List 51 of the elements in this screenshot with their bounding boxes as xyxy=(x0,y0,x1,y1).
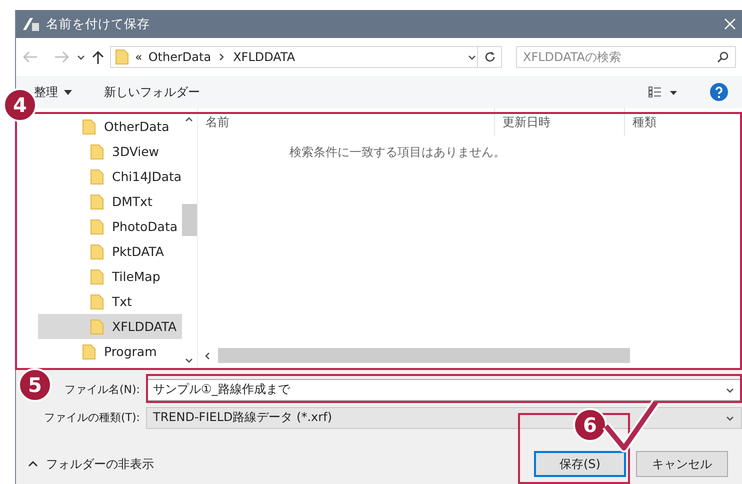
folder-icon xyxy=(90,244,104,260)
organize-button[interactable]: 整理 xyxy=(34,84,72,100)
save-button[interactable]: 保存(S) xyxy=(534,451,626,477)
folder-icon xyxy=(90,168,104,184)
caret-icon xyxy=(64,90,72,94)
tree-item[interactable]: Txt xyxy=(38,289,182,314)
folder-icon xyxy=(82,118,96,134)
scrollbar-thumb[interactable] xyxy=(218,348,630,363)
tree-item[interactable]: Chi14JData xyxy=(38,164,182,189)
search-icon xyxy=(717,51,729,63)
tree-item[interactable]: DMTxt xyxy=(38,189,182,214)
folder-icon xyxy=(90,294,104,310)
column-header[interactable]: 名前 xyxy=(198,108,494,136)
tree-item[interactable]: PhotoData xyxy=(38,214,182,239)
tree-item[interactable]: PktDATA xyxy=(38,239,182,264)
tree-item[interactable]: Program xyxy=(38,339,182,364)
folder-icon xyxy=(90,218,104,234)
up-icon[interactable] xyxy=(92,50,104,64)
column-header[interactable]: 更新日時 xyxy=(494,108,624,136)
hide-folders-button[interactable]: フォルダーの非表示 xyxy=(28,456,154,472)
tree-item[interactable]: OtherData xyxy=(38,114,182,139)
tree-item[interactable]: TileMap xyxy=(38,264,182,289)
refresh-icon xyxy=(484,51,496,63)
caret-icon xyxy=(28,461,38,467)
field-label: ファイル名(N): xyxy=(64,382,140,397)
view-icon[interactable] xyxy=(648,86,678,98)
folder-icon xyxy=(82,344,96,360)
breadcrumb[interactable]: OtherData xyxy=(148,50,212,64)
close-icon[interactable] xyxy=(724,18,736,30)
folder-icon xyxy=(90,268,104,284)
refresh-button[interactable] xyxy=(478,46,502,68)
folder-icon xyxy=(90,144,104,160)
empty-message: 検索条件に一致する項目はありません。 xyxy=(288,144,507,161)
tree-item[interactable]: 3DView xyxy=(38,139,182,164)
scrollbar-thumb[interactable] xyxy=(182,204,197,236)
address-bar[interactable]: « OtherData XFLDDATA xyxy=(110,46,478,68)
column-header[interactable]: 種類 xyxy=(624,108,742,136)
folder-icon xyxy=(90,194,104,210)
search-field[interactable]: XFLDDATAの検索 xyxy=(516,46,736,68)
breadcrumb[interactable]: XFLDDATA xyxy=(233,50,296,64)
help-icon[interactable] xyxy=(710,83,728,101)
window-title: 名前を付けて保存 xyxy=(46,16,151,32)
folder-icon xyxy=(90,318,104,334)
field-label: ファイルの種類(T): xyxy=(44,410,140,425)
cancel-button[interactable]: キャンセル xyxy=(636,451,728,477)
filename-field[interactable]: サンプル①_路線作成まで xyxy=(146,378,742,400)
tree-item[interactable]: XFLDDATA xyxy=(38,314,182,339)
new-folder-button[interactable]: 新しいフォルダー xyxy=(104,84,200,100)
overflow-crumb[interactable]: « xyxy=(135,50,142,64)
folder-icon xyxy=(115,49,129,65)
app-icon xyxy=(22,16,40,32)
